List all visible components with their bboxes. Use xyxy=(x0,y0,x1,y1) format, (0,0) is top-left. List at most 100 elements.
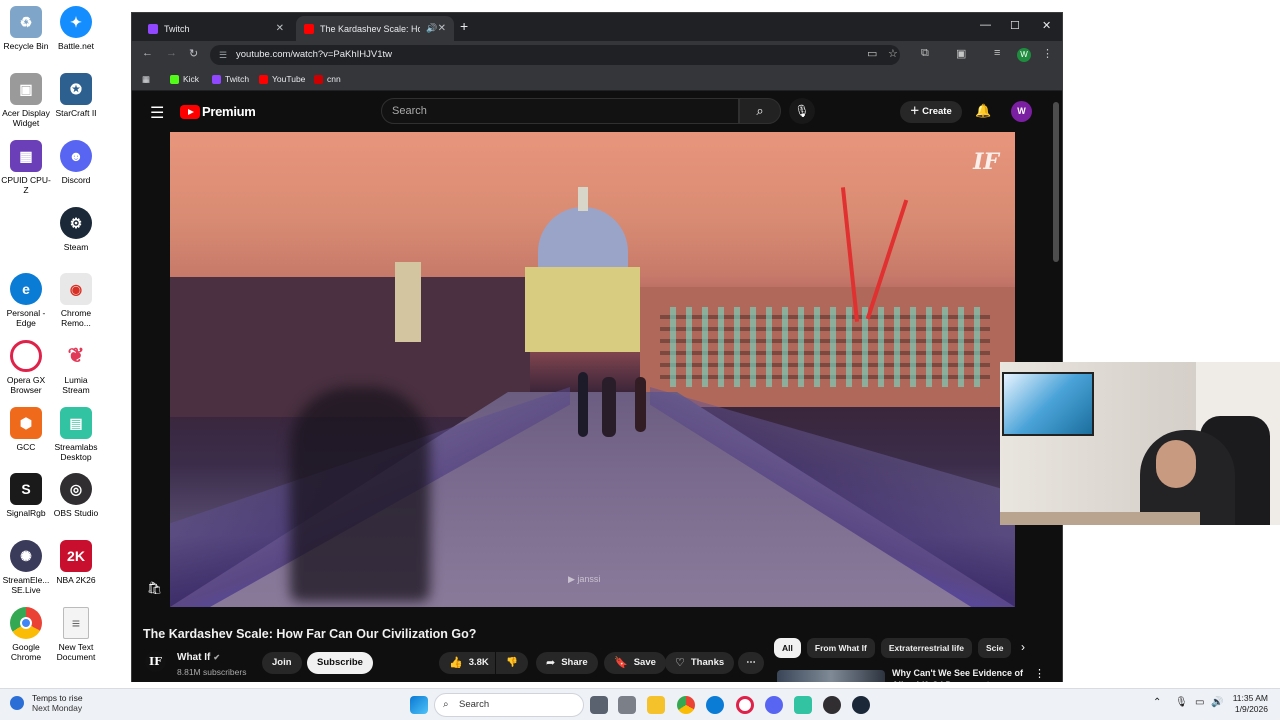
gcc-icon: ⬢ xyxy=(10,407,42,439)
desktop-icon-nba-2k26[interactable]: 2K NBA 2K26 xyxy=(50,540,102,585)
desktop-icon-recycle-bin[interactable]: ♻ Recycle Bin xyxy=(0,6,52,51)
back-icon[interactable]: ← xyxy=(142,47,153,59)
apps-grid-icon[interactable]: ▦ xyxy=(142,74,150,85)
file-explorer-icon[interactable] xyxy=(647,696,665,714)
save-button[interactable]: 🔖 Save xyxy=(604,652,666,674)
notifications-bell-icon[interactable]: 🔔 xyxy=(975,103,991,119)
reload-icon[interactable]: ↻ xyxy=(189,47,198,60)
opera-gx-taskbar-icon[interactable] xyxy=(736,696,754,714)
taskbar: Temps to rise Next Monday ⌕ Search ⌃ 🎙 ▭ … xyxy=(0,688,1280,720)
steam-taskbar-icon[interactable] xyxy=(852,696,870,714)
desktop-icon-acer-display-widget[interactable]: ▣ Acer Display Widget xyxy=(0,73,52,128)
bookmark-star-icon[interactable]: ☆ xyxy=(888,47,898,60)
search-button[interactable]: ⌕ xyxy=(739,98,781,124)
search-icon: ⌕ xyxy=(443,699,449,710)
edge-taskbar-icon[interactable] xyxy=(706,696,724,714)
media-controls-icon[interactable]: ≡ xyxy=(994,47,1000,59)
task-view-icon[interactable] xyxy=(590,696,608,714)
desktop-icon-google-chrome[interactable]: Google Chrome xyxy=(0,607,52,662)
desktop-icon-chrome-remote[interactable]: ◉ Chrome Remo... xyxy=(50,273,102,328)
forward-icon[interactable]: → xyxy=(166,47,177,59)
cnn-favicon xyxy=(314,74,323,84)
desktop-icon-battlenet[interactable]: ✦ Battle.net xyxy=(50,6,102,51)
desktop-icon-steam[interactable]: ⚙ Steam xyxy=(50,207,102,252)
subscribe-button[interactable]: Subscribe xyxy=(307,652,373,674)
profile-avatar[interactable]: W xyxy=(1017,48,1031,62)
bookmark-cnn[interactable]: cnn xyxy=(314,74,341,84)
create-button[interactable]: ＋ Create xyxy=(900,101,962,123)
site-info-icon[interactable]: ☰ xyxy=(219,45,227,65)
start-windows-icon[interactable] xyxy=(410,696,428,714)
more-actions-button[interactable]: ⋯ xyxy=(738,652,764,674)
discord-taskbar-icon[interactable] xyxy=(765,696,783,714)
share-button[interactable]: ➦ Share xyxy=(536,652,598,674)
channel-name[interactable]: What If ✔ xyxy=(177,652,220,663)
like-button[interactable]: 👍 3.8K xyxy=(439,652,495,674)
tab-twitch[interactable]: Twitch ✕ xyxy=(140,16,292,41)
video-player[interactable]: IF ▶ janssi xyxy=(170,132,1015,607)
hamburger-menu-icon[interactable]: ☰ xyxy=(150,103,164,123)
search-input[interactable]: Search xyxy=(381,98,739,124)
youtube-logo[interactable]: Premium xyxy=(180,104,256,119)
voice-search-button[interactable]: 🎙 xyxy=(789,98,815,124)
chrome-taskbar-icon[interactable] xyxy=(677,696,695,714)
channel-avatar[interactable]: IF xyxy=(145,651,166,672)
desktop-icon-discord[interactable]: ☻ Discord xyxy=(50,140,102,185)
microphone-tray-icon[interactable]: 🎙 xyxy=(1175,697,1188,708)
bookmark-kick[interactable]: Kick xyxy=(170,74,199,84)
page-scrollbar[interactable] xyxy=(1053,102,1059,262)
desktop-icon-obs-studio[interactable]: ◎ OBS Studio xyxy=(50,473,102,518)
chip-from-what-if[interactable]: From What If xyxy=(806,638,875,658)
widgets-icon[interactable] xyxy=(618,696,636,714)
close-tab-icon[interactable]: ✕ xyxy=(276,23,284,34)
bookmark-twitch[interactable]: Twitch xyxy=(212,74,249,84)
thanks-button[interactable]: ♡ Thanks xyxy=(665,652,735,674)
volume-icon[interactable]: 🔊 xyxy=(1211,697,1223,708)
recommended-title[interactable]: Why Can't We See Evidence of Alien Life?… xyxy=(892,667,1032,682)
address-bar[interactable]: ☰ youtube.com/watch?v=PaKhIHJV1tw xyxy=(210,45,900,65)
menu-dots-icon[interactable]: ⋮ xyxy=(1042,47,1053,60)
shopping-bag-icon[interactable]: 🛍 xyxy=(147,581,162,595)
recommended-thumbnail[interactable] xyxy=(777,670,885,682)
system-clock[interactable]: 11:35 AM 1/9/2026 xyxy=(1232,693,1268,715)
maximize-icon[interactable]: ☐ xyxy=(1010,19,1020,32)
video-frame-lit-windows xyxy=(660,307,990,387)
desktop-icon-streamlabs[interactable]: ▤ Streamlabs Desktop xyxy=(50,407,102,462)
close-tab-icon[interactable]: ✕ xyxy=(438,23,446,34)
chip-science[interactable]: Scie xyxy=(977,638,1012,658)
streamelements-icon: ✺ xyxy=(10,540,42,572)
speaker-icon[interactable]: 🔊 xyxy=(426,23,437,34)
desktop-icon-new-text-document[interactable]: ≡ New Text Document xyxy=(50,607,102,662)
network-icon[interactable]: ▭ xyxy=(1195,697,1204,708)
chip-all[interactable]: All xyxy=(774,638,801,658)
taskbar-search[interactable]: ⌕ Search xyxy=(434,693,584,717)
side-panel-icon[interactable]: ▣ xyxy=(956,47,966,60)
desktop-icon-opera-gx[interactable]: Opera GX Browser xyxy=(0,340,52,395)
dislike-button[interactable]: 👎 xyxy=(496,652,528,674)
weather-widget[interactable]: Temps to rise Next Monday xyxy=(10,693,83,713)
chip-extraterrestrial-life[interactable]: Extraterrestrial life xyxy=(880,638,972,658)
thumbs-down-icon: 👎 xyxy=(506,657,518,668)
desktop-icon-edge[interactable]: e Personal - Edge xyxy=(0,273,52,328)
tab-strip: Twitch ✕ The Kardashev Scale: How I 🔊 ✕ … xyxy=(132,13,1062,41)
new-tab-icon[interactable]: + xyxy=(460,18,468,34)
desktop-icon-starcraft[interactable]: ✪ StarCraft II xyxy=(50,73,102,118)
cast-icon[interactable]: ▭ xyxy=(867,47,877,60)
desktop-icon-streamelements[interactable]: ✺ StreamEle... SE.Live xyxy=(0,540,52,595)
obs-taskbar-icon[interactable] xyxy=(823,696,841,714)
desktop-icon-lumia-stream[interactable]: ❦ Lumia Stream xyxy=(50,340,102,395)
close-window-icon[interactable]: ✕ xyxy=(1042,19,1051,32)
minimize-icon[interactable]: — xyxy=(980,19,991,31)
more-vertical-icon[interactable]: ⋮ xyxy=(1034,667,1045,680)
desktop-icon-gcc[interactable]: ⬢ GCC xyxy=(0,407,52,452)
desktop-icon-cpuz[interactable]: ▦ CPUID CPU-Z xyxy=(0,140,52,195)
extensions-icon[interactable]: ⧉ xyxy=(921,47,929,60)
account-avatar[interactable]: W xyxy=(1011,101,1032,122)
chevron-right-icon[interactable]: › xyxy=(1021,640,1025,654)
tab-youtube[interactable]: The Kardashev Scale: How I 🔊 ✕ xyxy=(296,16,454,41)
join-button[interactable]: Join xyxy=(262,652,302,674)
desktop-icon-signalrgb[interactable]: S SignalRgb xyxy=(0,473,52,518)
streamlabs-taskbar-icon[interactable] xyxy=(794,696,812,714)
bookmark-youtube[interactable]: YouTube xyxy=(259,74,305,84)
tray-overflow-icon[interactable]: ⌃ xyxy=(1153,697,1161,708)
